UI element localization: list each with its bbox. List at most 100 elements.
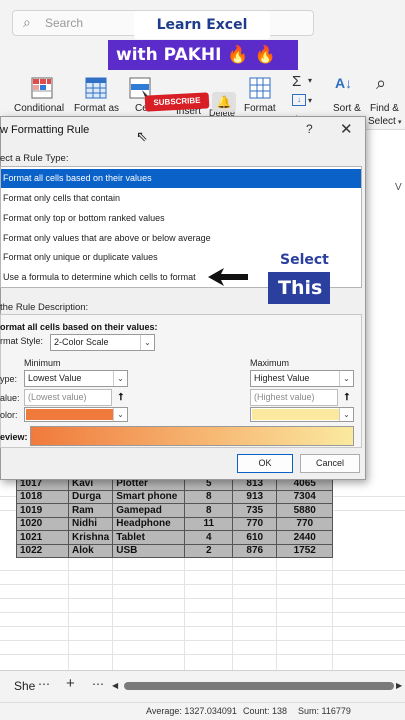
max-color-swatch [252,409,340,420]
rule-type-list[interactable]: Format all cells based on their values F… [0,166,362,288]
rule-type-top-bottom[interactable]: Format only top or bottom ranked values [1,209,361,228]
more-sheets-icon[interactable]: ⋯ [38,677,50,691]
more-options-icon[interactable]: ⋯ [92,677,104,691]
scroll-right-icon[interactable]: ▶ [396,681,402,690]
table-cell[interactable]: Ram [67,503,114,518]
format-cells-icon[interactable] [248,76,272,100]
table-row: 1021 Krishna Tablet 4 610 2440 [16,530,334,545]
bell-icon: 🔔 [212,92,236,112]
table-cell[interactable]: 5880 [276,503,334,518]
range-select-icon[interactable]: ⭡ [340,389,354,406]
table-cell[interactable]: 4 [184,530,234,545]
close-icon[interactable]: ✕ [340,120,353,138]
maximum-header: Maximum [250,358,290,368]
table-cell[interactable]: 770 [276,516,334,531]
table-cell[interactable]: 2 [184,543,234,558]
table-cell[interactable]: 1018 [16,489,69,504]
column-header-v[interactable]: V [395,182,402,193]
find-select-icon[interactable]: ⌕ [376,73,386,94]
data-table[interactable]: 1017 Kavi Plotter 5 813 4065 1018 Durga … [16,476,334,558]
table-cell[interactable]: 610 [232,530,278,545]
format-style-select[interactable]: 2-Color Scale ⌄ [50,334,155,351]
rule-description-label: the Rule Description: [0,302,89,313]
sheet-tab[interactable]: She [14,679,35,693]
table-cell[interactable]: Gamepad [112,503,186,518]
find-select-label[interactable]: Find & [370,103,399,114]
rule-type-all-cells[interactable]: Format all cells based on their values [1,169,361,188]
gradient-preview [30,426,354,446]
range-select-icon[interactable]: ⭡ [114,389,128,406]
table-cell[interactable]: Smart phone [112,489,186,504]
table-cell[interactable]: 876 [232,543,278,558]
table-cell[interactable]: Tablet [112,530,186,545]
cancel-button[interactable]: Cancel [300,454,360,473]
minimum-header: Minimum [24,358,61,368]
table-cell[interactable]: 770 [232,516,278,531]
fill-icon[interactable]: ↓ [292,94,306,106]
sort-filter-label[interactable]: Sort & [333,103,361,114]
min-color-picker[interactable]: ⌄ [24,407,128,422]
min-type-select[interactable]: Lowest Value ⌄ [24,370,128,387]
format-label[interactable]: Format [244,103,276,114]
table-row: 1019 Ram Gamepad 8 735 5880 [16,503,334,518]
rule-type-cells-contain[interactable]: Format only cells that contain [1,189,361,208]
conditional-formatting-icon[interactable] [30,76,54,100]
sort-filter-icon[interactable]: A↓ [335,75,352,91]
table-cell[interactable]: 1752 [276,543,334,558]
table-cell[interactable]: 8 [184,503,234,518]
table-row: 1018 Durga Smart phone 8 913 7304 [16,489,334,504]
select-label[interactable]: Select [368,116,396,127]
pointer-arrow-icon [208,268,248,286]
table-cell[interactable]: 7304 [276,489,334,504]
horizontal-scrollbar[interactable] [124,682,394,690]
autosum-dropdown-icon[interactable]: ▾ [308,76,312,85]
fill-dropdown-icon[interactable]: ▾ [308,96,312,105]
chevron-down-icon: ⌄ [140,335,154,350]
chevron-down-icon: ⌄ [113,408,127,421]
table-cell[interactable]: Krishna [67,530,114,545]
format-as-table-icon[interactable] [84,76,108,100]
table-cell[interactable]: Headphone [112,516,186,531]
promo-title-text: with PAKHI [116,45,222,65]
autosum-icon[interactable]: Σ [292,73,301,90]
flame-icon: 🔥 🔥 [227,45,276,65]
table-cell[interactable]: Durga [67,489,114,504]
table-cell[interactable]: 2440 [276,530,334,545]
table-cell[interactable]: 1019 [16,503,69,518]
select-annotation: Select [280,252,329,268]
ok-button[interactable]: OK [237,454,293,473]
table-cell[interactable]: 1020 [16,516,69,531]
table-cell[interactable]: Nidhi [67,516,114,531]
scroll-left-icon[interactable]: ◀ [112,681,118,690]
table-cell[interactable]: USB [112,543,186,558]
search-icon: ⌕ [23,14,31,30]
table-cell[interactable]: 913 [232,489,278,504]
min-value-input[interactable]: (Lowest value) [24,389,112,406]
format-style-label: rmat Style: [0,336,44,346]
max-value-input[interactable]: (Highest value) [250,389,338,406]
dialog-title: w Formatting Rule [0,124,90,136]
add-sheet-icon[interactable]: + [66,675,75,692]
table-cell[interactable]: 11 [184,516,234,531]
subscribe-badge: SUBSCRIBE [144,92,210,112]
table-cell[interactable]: 735 [232,503,278,518]
table-cell[interactable]: 1021 [16,530,69,545]
chevron-down-icon: ⌄ [339,408,353,421]
select-dropdown-icon[interactable]: ▾ [398,118,402,126]
max-type-value: Highest Value [254,373,310,383]
table-cell[interactable]: Alok [67,543,114,558]
table-cell[interactable]: 8 [184,489,234,504]
max-color-picker[interactable]: ⌄ [250,407,354,422]
table-row: 1022 Alok USB 2 876 1752 [16,543,334,558]
sheet-tab-bar: She ⋯ + ⋯ ◀ ▶ [0,670,405,702]
format-as-table-label[interactable]: Format as [74,103,119,114]
conditional-formatting-label[interactable]: Conditional [14,103,64,114]
color-label: olor: [0,410,18,420]
rule-type-above-below[interactable]: Format only values that are above or bel… [1,229,361,248]
help-icon[interactable]: ? [306,122,313,136]
min-type-value: Lowest Value [28,373,82,383]
value-label: alue: [0,393,20,403]
table-cell[interactable]: 1022 [16,543,69,558]
status-count: Count: 138 [243,706,288,716]
max-type-select[interactable]: Highest Value ⌄ [250,370,354,387]
